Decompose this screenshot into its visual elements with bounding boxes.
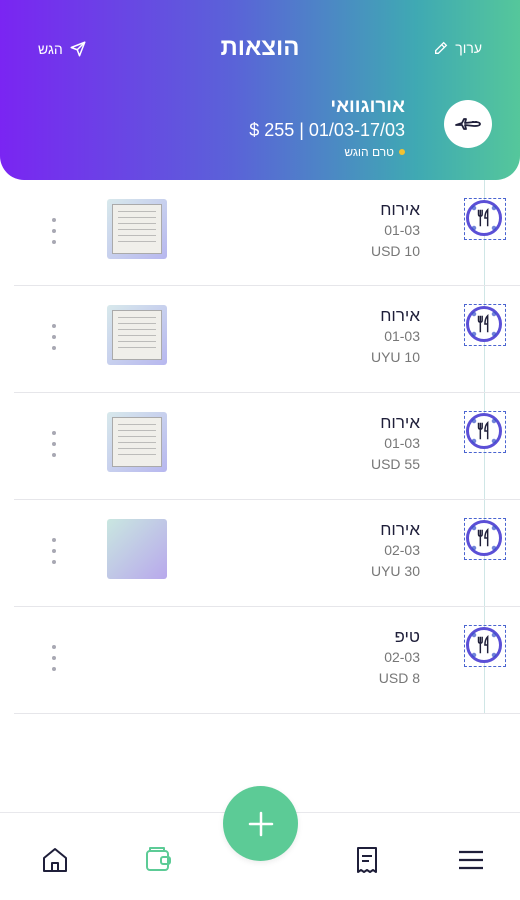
expense-title: אירוח xyxy=(380,413,420,432)
food-icon xyxy=(464,518,506,560)
food-icon xyxy=(464,411,506,453)
status-dot xyxy=(399,149,405,155)
status-badge: טרם הוגש xyxy=(344,145,405,159)
trip-avatar xyxy=(444,100,492,148)
airplane-icon xyxy=(455,118,481,130)
page-header: הגש הוצאות ערוך אורוגוואי $ 255 | 01/03-… xyxy=(0,0,520,180)
more-options-icon[interactable] xyxy=(51,645,57,671)
trip-summary: $ 255 | 01/03-17/03 xyxy=(249,120,405,140)
add-expense-button[interactable] xyxy=(223,786,298,861)
expense-row[interactable]: אירוח 01-03 UYU 10 xyxy=(14,286,520,393)
expense-row[interactable]: טיפ 02-03 USD 8 xyxy=(14,607,520,714)
expense-date: 02-03 xyxy=(384,542,420,558)
receipt-icon[interactable] xyxy=(350,843,384,877)
expense-title: אירוח xyxy=(380,200,420,219)
receipt-thumbnail[interactable] xyxy=(107,412,167,472)
expense-row[interactable]: אירוח 01-03 USD 55 xyxy=(14,393,520,500)
pencil-icon xyxy=(435,41,448,54)
receipt-thumbnail[interactable] xyxy=(107,305,167,365)
expense-row[interactable]: אירוח 01-03 USD 10 xyxy=(14,180,520,286)
receipt-thumbnail[interactable] xyxy=(107,199,167,259)
receipt-thumbnail[interactable] xyxy=(107,519,167,579)
expense-date: 02-03 xyxy=(384,649,420,665)
menu-icon[interactable] xyxy=(454,843,488,877)
expense-date: 01-03 xyxy=(384,222,420,238)
status-label: טרם הוגש xyxy=(344,145,394,159)
plus-icon xyxy=(248,811,273,836)
more-options-icon[interactable] xyxy=(51,218,57,244)
food-icon xyxy=(464,198,506,240)
expense-date: 01-03 xyxy=(384,328,420,344)
edit-button[interactable]: ערוך xyxy=(433,40,482,56)
expense-amount: USD 10 xyxy=(370,243,420,259)
expense-amount: USD 55 xyxy=(370,456,420,472)
expense-row[interactable]: אירוח 02-03 UYU 30 xyxy=(14,500,520,607)
expense-title: אירוח xyxy=(380,520,420,539)
expense-amount: UYU 30 xyxy=(370,563,420,579)
expense-list: אירוח 01-03 USD 10 אירוח 01-03 UYU 10 אי… xyxy=(14,180,520,714)
expense-amount: USD 8 xyxy=(378,670,420,686)
expense-title: אירוח xyxy=(380,306,420,325)
edit-label: ערוך xyxy=(455,40,482,56)
trip-name: אורוגוואי xyxy=(330,96,405,117)
food-icon xyxy=(464,625,506,667)
food-icon xyxy=(464,304,506,346)
expense-date: 01-03 xyxy=(384,435,420,451)
wallet-icon[interactable] xyxy=(141,843,175,877)
more-options-icon[interactable] xyxy=(51,431,57,457)
expense-amount: UYU 10 xyxy=(370,349,420,365)
more-options-icon[interactable] xyxy=(51,538,57,564)
home-icon[interactable] xyxy=(38,843,72,877)
expense-title: טיפ xyxy=(394,627,420,646)
more-options-icon[interactable] xyxy=(51,324,57,350)
